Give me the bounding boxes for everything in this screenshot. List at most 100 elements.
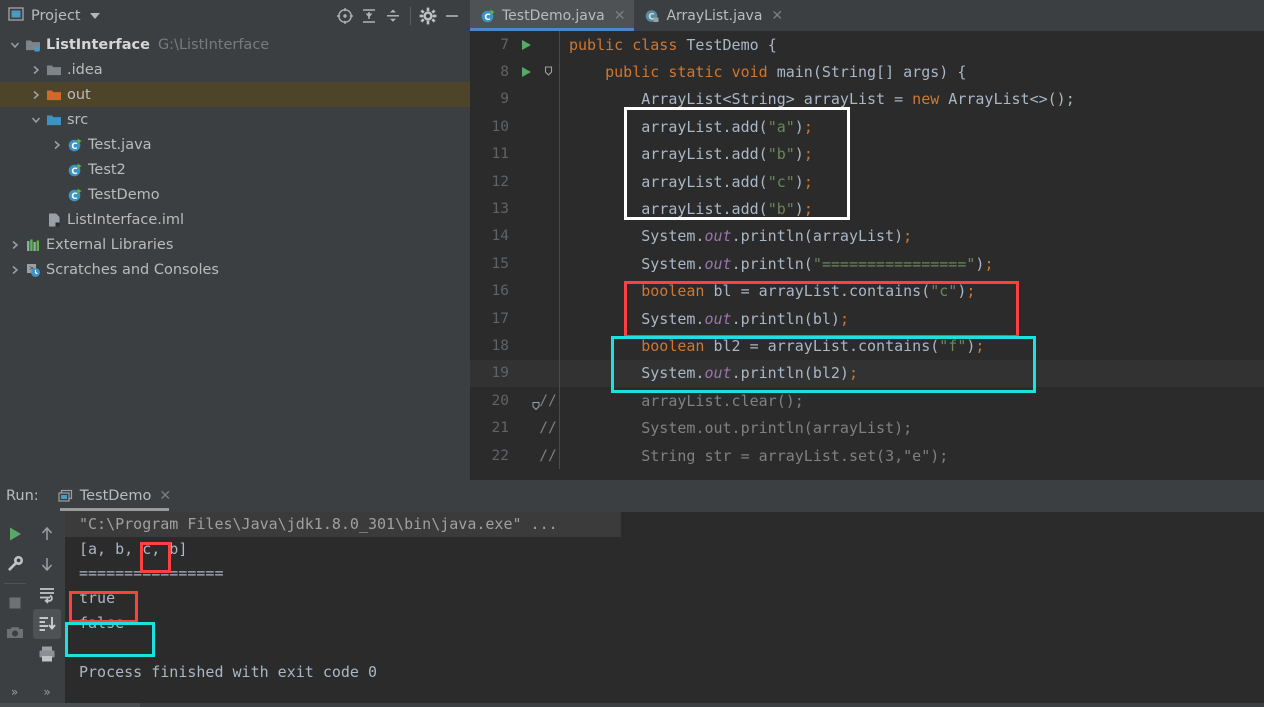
code-line[interactable]: 22 // String str = arrayList.set(3,"e");	[470, 441, 1264, 470]
gutter-comment-marker: //	[532, 393, 559, 410]
screenshot-button[interactable]	[1, 618, 29, 648]
scroll-to-end-button[interactable]	[33, 609, 61, 639]
soft-wrap-button[interactable]	[33, 579, 61, 609]
code-editor[interactable]: 7 public class TestDemo {8 public static …	[470, 31, 1264, 480]
code-text: boolean bl2 = arrayList.contains("f");	[641, 336, 985, 355]
code-line[interactable]: 19 System.out.println(bl2);	[470, 359, 1264, 388]
code-line[interactable]: 16 boolean bl = arrayList.contains("c");	[470, 277, 1264, 305]
locate-icon[interactable]	[333, 4, 357, 28]
tree-row[interactable]: ListInterface G:\ListInterface	[0, 32, 470, 57]
close-icon[interactable]: ✕	[159, 488, 171, 504]
folder-icon	[44, 57, 64, 82]
editor-tab[interactable]: C ArrayList.java ✕	[634, 0, 792, 31]
close-icon[interactable]: ✕	[614, 9, 626, 23]
code-text: public class TestDemo {	[569, 35, 777, 54]
editor-tabbar: C TestDemo.java ✕ C ArrayList.java ✕	[470, 0, 1264, 31]
tree-row[interactable]: out	[0, 82, 470, 107]
collapse-all-icon[interactable]	[381, 4, 405, 28]
chevron-down-icon[interactable]	[89, 13, 100, 19]
line-number: 20	[491, 392, 509, 409]
run-config-icon	[58, 489, 73, 504]
java-class-icon: C	[480, 8, 496, 24]
code-text: System.out.println(arrayList);	[569, 227, 913, 246]
svg-text:C: C	[71, 142, 77, 152]
line-number: 12	[491, 173, 509, 190]
more-actions-chevron[interactable]: »	[11, 685, 18, 699]
chevron-right-icon[interactable]	[6, 257, 23, 282]
more-actions-chevron[interactable]: »	[43, 685, 50, 699]
code-text: System.out.println(bl2);	[569, 364, 858, 383]
code-line[interactable]: 17 System.out.println(bl);	[470, 304, 1264, 333]
settings-gear-icon[interactable]	[416, 4, 440, 28]
code-line[interactable]: 10 arrayList.add("a");	[470, 113, 1264, 141]
code-line[interactable]: 11 arrayList.add("b");	[470, 140, 1264, 168]
gutter-run-icon[interactable]	[515, 38, 537, 52]
tree-node-label: ListInterface.iml	[67, 211, 185, 228]
code-line[interactable]: 8 public static void main(String[] args)…	[470, 58, 1264, 86]
code-line[interactable]: 9 ArrayList<String> arrayList = new Arra…	[470, 85, 1264, 114]
code-line[interactable]: 20 // arrayList.clear();	[470, 387, 1264, 415]
line-number: 9	[500, 91, 509, 108]
chevron-right-icon[interactable]	[27, 82, 44, 107]
tree-row[interactable]: C TestDemo	[0, 182, 470, 207]
chevron-down-icon[interactable]	[6, 32, 23, 57]
folder-orange-icon	[44, 82, 64, 107]
tree-row[interactable]: External Libraries	[0, 232, 470, 257]
line-number: 22	[491, 447, 509, 464]
gutter-fold-icon[interactable]	[537, 66, 559, 78]
libraries-icon	[23, 232, 43, 257]
project-tree[interactable]: ListInterface G:\ListInterface .idea out src…	[0, 32, 470, 480]
line-number: 19	[491, 365, 509, 382]
tree-row[interactable]: src	[0, 107, 470, 132]
code-line[interactable]: 14 System.out.println(arrayList);	[470, 222, 1264, 251]
editor-area: C TestDemo.java ✕ C ArrayList.java ✕ 7 public …	[470, 0, 1264, 480]
chevron-right-icon[interactable]	[27, 57, 44, 82]
close-icon[interactable]: ✕	[771, 9, 783, 23]
editor-tab-label: ArrayList.java	[666, 7, 763, 24]
java-class-icon: C	[65, 132, 85, 157]
status-bar	[0, 703, 1264, 707]
java-class-icon: C	[65, 182, 85, 207]
tree-row[interactable]: .idea	[0, 57, 470, 82]
code-line[interactable]: 13 arrayList.add("b");	[470, 195, 1264, 223]
print-button[interactable]	[33, 639, 61, 669]
code-text: String str = arrayList.set(3,"e");	[569, 446, 949, 465]
console-output[interactable]: "C:\Program Files\Java\jdk1.8.0_301\bin\…	[65, 512, 1264, 707]
tree-row[interactable]: C Test.java	[0, 132, 470, 157]
intellij-idea-window: Project ListInterface G:\ListInterface .…	[0, 0, 1264, 707]
chevron-right-icon[interactable]	[6, 232, 23, 257]
console-line: "C:\Program Files\Java\jdk1.8.0_301\bin\…	[65, 512, 621, 537]
up-button[interactable]	[33, 519, 61, 549]
tree-row[interactable]: C Test2	[0, 157, 470, 182]
code-text: arrayList.add("c");	[569, 172, 813, 191]
minimize-icon[interactable]	[440, 4, 464, 28]
line-number: 8	[500, 64, 509, 81]
stop-button[interactable]	[1, 588, 29, 618]
tree-node-path: G:\ListInterface	[157, 36, 270, 53]
code-text: arrayList.add("b");	[569, 145, 813, 164]
line-number: 11	[491, 146, 509, 163]
edit-configurations-button[interactable]	[1, 549, 29, 579]
chevron-down-icon[interactable]	[27, 107, 44, 132]
gutter-run-icon[interactable]	[515, 65, 537, 79]
run-label: Run:	[6, 488, 39, 504]
rerun-button[interactable]	[1, 519, 29, 549]
expand-all-icon[interactable]	[357, 4, 381, 28]
tree-row[interactable]: ListInterface.iml	[0, 207, 470, 232]
code-line[interactable]: 7 public class TestDemo {	[470, 31, 1264, 59]
code-line[interactable]: 15 System.out.println("================"…	[470, 250, 1264, 278]
chevron-right-icon[interactable]	[48, 132, 65, 157]
tree-row[interactable]: > Scratches and Consoles	[0, 257, 470, 282]
code-line[interactable]: 12 arrayList.add("c");	[470, 167, 1264, 196]
code-text: System.out.println("================");	[569, 254, 994, 273]
run-tab-testdemo[interactable]: TestDemo ✕	[52, 480, 177, 512]
code-text: ArrayList<String> arrayList = new ArrayL…	[569, 90, 1075, 109]
code-line[interactable]: 21 // System.out.println(arrayList);	[470, 414, 1264, 442]
code-text: arrayList.add("b");	[569, 200, 813, 219]
svg-text:C: C	[71, 167, 77, 177]
editor-tab[interactable]: C TestDemo.java ✕	[470, 0, 635, 31]
down-button[interactable]	[33, 549, 61, 579]
code-line[interactable]: 18 boolean bl2 = arrayList.contains("f")…	[470, 332, 1264, 360]
